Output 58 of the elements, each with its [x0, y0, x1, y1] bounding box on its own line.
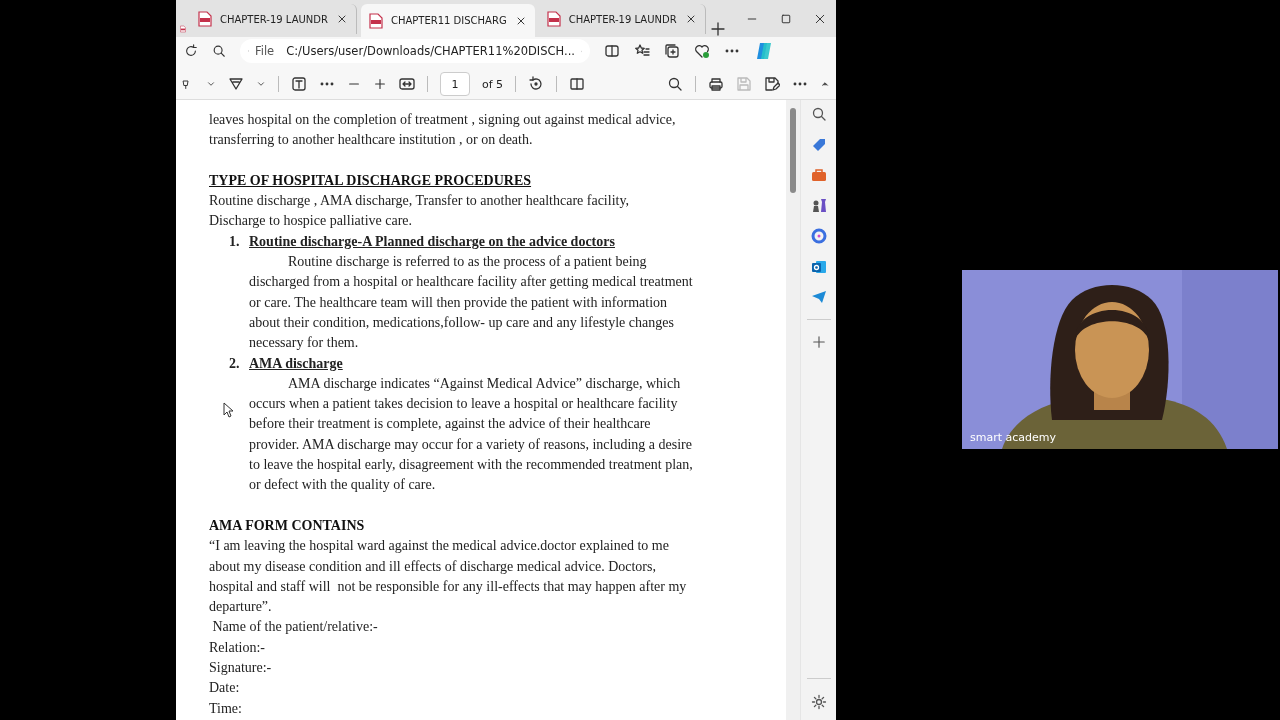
address-field[interactable]: File C:/Users/user/Downloads/CHAPTER11%20DISCH... [240, 39, 590, 63]
pdf-icon [198, 11, 212, 27]
paragraph: Routine discharge is referred to as the process of a patient being discharged from a hospital or healthcare facility after getting medical treatment or care. The healthcare team will then provide the patient with information about their condition, medications,follow- up care and any lifestyle changes necessary for them. [249, 253, 694, 353]
page-count: of 5 [482, 77, 504, 91]
caret-icon[interactable] [206, 79, 216, 89]
zoom-in-icon[interactable] [373, 77, 387, 91]
section-heading: TYPE OF HOSPITAL DISCHARGE PROCEDURES [209, 171, 533, 190]
paragraph: Routine discharge , AMA discharge, Transfer to another healthcare facility, Discharge to hospice palliative care. [209, 192, 631, 231]
paragraph: Relation:- [209, 638, 266, 657]
paragraph: “I am leaving the hospital ward against the medical advice.doctor explained to me about my disease condition and ill effects of discharge medical advice. Doctors, hospital and staff will not be responsible for any ill-effects that may happen after my departure”. [209, 537, 687, 617]
list-number: 2. [229, 354, 241, 373]
participant-name: smart academy [970, 431, 1057, 444]
pdf-icon [546, 11, 561, 27]
collections-icon[interactable] [664, 43, 680, 59]
caret-icon[interactable] [256, 79, 266, 89]
print-icon[interactable] [708, 76, 724, 92]
reload-icon[interactable] [184, 44, 198, 58]
list-heading: AMA discharge [249, 354, 343, 373]
fit-width-icon[interactable] [399, 76, 415, 92]
search-icon[interactable] [810, 106, 827, 122]
section-heading: AMA FORM CONTAINS [209, 516, 366, 535]
paragraph: Time: [209, 699, 243, 718]
page-view-icon[interactable] [569, 76, 586, 92]
send-icon[interactable] [810, 290, 827, 304]
paragraph: Signature:- [209, 659, 273, 677]
copilot-icon[interactable] [754, 41, 774, 61]
close-icon[interactable] [814, 12, 826, 25]
paragraph: leaves hospital on the completion of treatment , signing out against medical advice, transferring to another healthcare institution , or on death. [209, 111, 677, 150]
paragraph: Name of the patient/relative:- [211, 618, 379, 637]
settings-icon[interactable] [810, 694, 827, 710]
rotate-icon[interactable] [528, 76, 545, 92]
save-as-icon[interactable] [764, 76, 780, 92]
favorites-icon[interactable] [634, 43, 650, 59]
browser-tab[interactable]: CHAPTER-19 LAUNDR [190, 4, 357, 34]
add-icon[interactable] [811, 335, 826, 349]
scroll-up-icon[interactable] [820, 79, 830, 89]
highlight-icon[interactable] [228, 76, 244, 92]
chess-icon[interactable] [810, 197, 827, 213]
paragraph: AMA discharge indicates “Against Medical Advice” discharge, which occurs when a patient takes decision to leave a hospital or healthcare facility before their treatment is complete, against the advice of their healthcare provider. AMA discharge may occur for a variety of reasons, including a desire to leave the hospital early, disagreement with the recommended treatment plan, or defect with the quality of care. [249, 374, 694, 495]
browser-tab[interactable]: CHAPTER-19 LAUNDR [538, 4, 706, 34]
outlook-icon[interactable] [810, 259, 827, 275]
pdf-icon [368, 12, 383, 29]
new-tab-icon[interactable] [709, 21, 726, 37]
briefcase-icon[interactable] [810, 168, 827, 182]
list-number: 1. [229, 232, 241, 251]
list-heading: Routine discharge-A Planned discharge on the advice doctors [249, 232, 615, 251]
search-icon[interactable] [667, 76, 683, 92]
maximize-icon[interactable] [780, 12, 792, 25]
paragraph: Date: [209, 679, 241, 698]
page-number-field[interactable]: 1 [440, 72, 470, 96]
split-screen-icon[interactable] [604, 43, 620, 59]
cursor-icon [223, 402, 234, 418]
browser-tab[interactable]: CHAPTER11 DISCHARG [360, 4, 535, 37]
scrollbar[interactable] [786, 100, 800, 720]
health-icon[interactable] [694, 43, 710, 59]
text-icon[interactable] [291, 76, 307, 92]
search-icon[interactable] [212, 44, 226, 58]
office-icon[interactable] [810, 228, 827, 244]
